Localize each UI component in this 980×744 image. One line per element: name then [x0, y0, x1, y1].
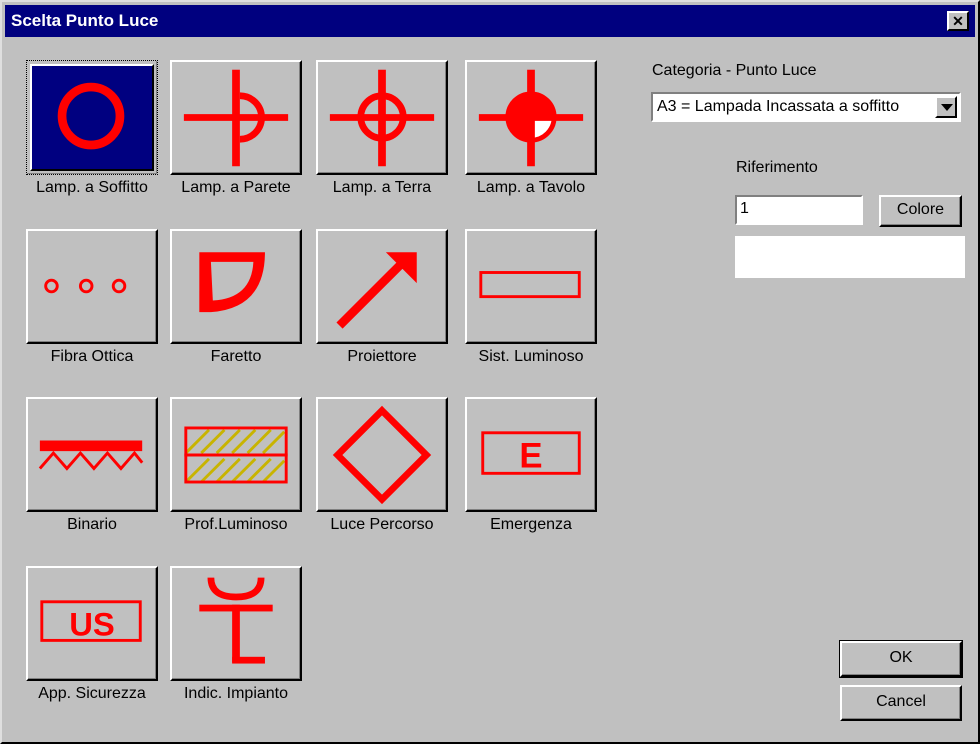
svg-text:E: E [519, 438, 542, 476]
color-button[interactable]: Colore [879, 195, 962, 227]
path-light-icon [332, 405, 432, 505]
symbol-tile-ceiling-lamp[interactable] [26, 60, 158, 175]
category-value: A3 = Lampada Incassata a soffitto [657, 98, 900, 115]
symbol-label: Emergenza [490, 516, 572, 533]
svg-text:US: US [69, 606, 115, 643]
symbol-label: Prof.Luminoso [184, 516, 288, 533]
symbol-label: Indic. Impianto [183, 685, 289, 702]
window-title: Scelta Punto Luce [11, 11, 159, 30]
ok-button[interactable]: OK [839, 640, 963, 678]
symbol-tile-floor-lamp[interactable] [316, 60, 448, 175]
spotlight-icon [199, 252, 265, 313]
symbol-label: Lamp. a Terra [332, 179, 432, 196]
system-indicator-icon [199, 577, 273, 664]
symbol-tile-light-system[interactable] [465, 229, 597, 344]
light-profile-icon [184, 426, 288, 484]
symbol-tile-light-profile[interactable] [170, 397, 302, 512]
symbol-label: Luce Percorso [330, 516, 434, 533]
symbol-tile-path-light[interactable] [316, 397, 448, 512]
symbol-label: App. Sicurezza [38, 685, 146, 702]
symbol-label: Lamp. a Soffitto [36, 179, 148, 196]
category-select[interactable]: A3 = Lampada Incassata a soffitto [651, 92, 961, 122]
projector-icon [336, 252, 417, 329]
symbol-label: Lamp. a Tavolo [476, 179, 586, 196]
dialog-window: Scelta Punto Luce ✕ Lamp. a Soffitto Lamp… [0, 0, 980, 744]
symbol-tile-table-lamp[interactable] [465, 60, 597, 175]
light-system-icon [479, 271, 581, 299]
title-bar[interactable]: Scelta Punto Luce ✕ [5, 5, 975, 37]
safety-device-icon: US [40, 600, 142, 643]
symbol-tile-fiber-optic[interactable] [26, 229, 158, 344]
reference-input[interactable]: 1 [735, 195, 863, 225]
symbol-tile-spotlight[interactable] [170, 229, 302, 344]
close-icon: ✕ [952, 13, 964, 29]
symbol-tile-track[interactable] [26, 397, 158, 512]
symbol-tile-safety-device[interactable]: US [26, 566, 158, 681]
color-preview [735, 236, 965, 278]
cancel-button[interactable]: Cancel [840, 685, 962, 721]
symbol-tile-projector[interactable] [316, 229, 448, 344]
floor-lamp-icon [329, 69, 435, 167]
fiber-optic-icon [44, 278, 127, 294]
table-lamp-icon [478, 69, 584, 167]
symbol-tile-emergency[interactable]: E [465, 397, 597, 512]
symbol-label: Proiettore [347, 348, 417, 365]
emergency-icon: E [481, 431, 581, 476]
category-label: Categoria - Punto Luce [652, 62, 817, 79]
dropdown-button[interactable] [935, 96, 957, 118]
symbol-label: Binario [67, 516, 117, 533]
chevron-down-icon [941, 104, 953, 111]
symbol-label: Lamp. a Parete [181, 179, 291, 196]
symbol-label: Faretto [210, 348, 262, 365]
symbol-label: Sist. Luminoso [478, 348, 584, 365]
symbol-tile-system-indicator[interactable] [170, 566, 302, 681]
ceiling-lamp-icon [57, 82, 125, 150]
symbol-tile-wall-lamp[interactable] [170, 60, 302, 175]
symbol-label: Fibra Ottica [50, 348, 134, 365]
wall-lamp-icon [183, 69, 289, 167]
track-icon [38, 440, 144, 471]
close-button[interactable]: ✕ [947, 11, 969, 31]
reference-label: Riferimento [736, 159, 818, 176]
